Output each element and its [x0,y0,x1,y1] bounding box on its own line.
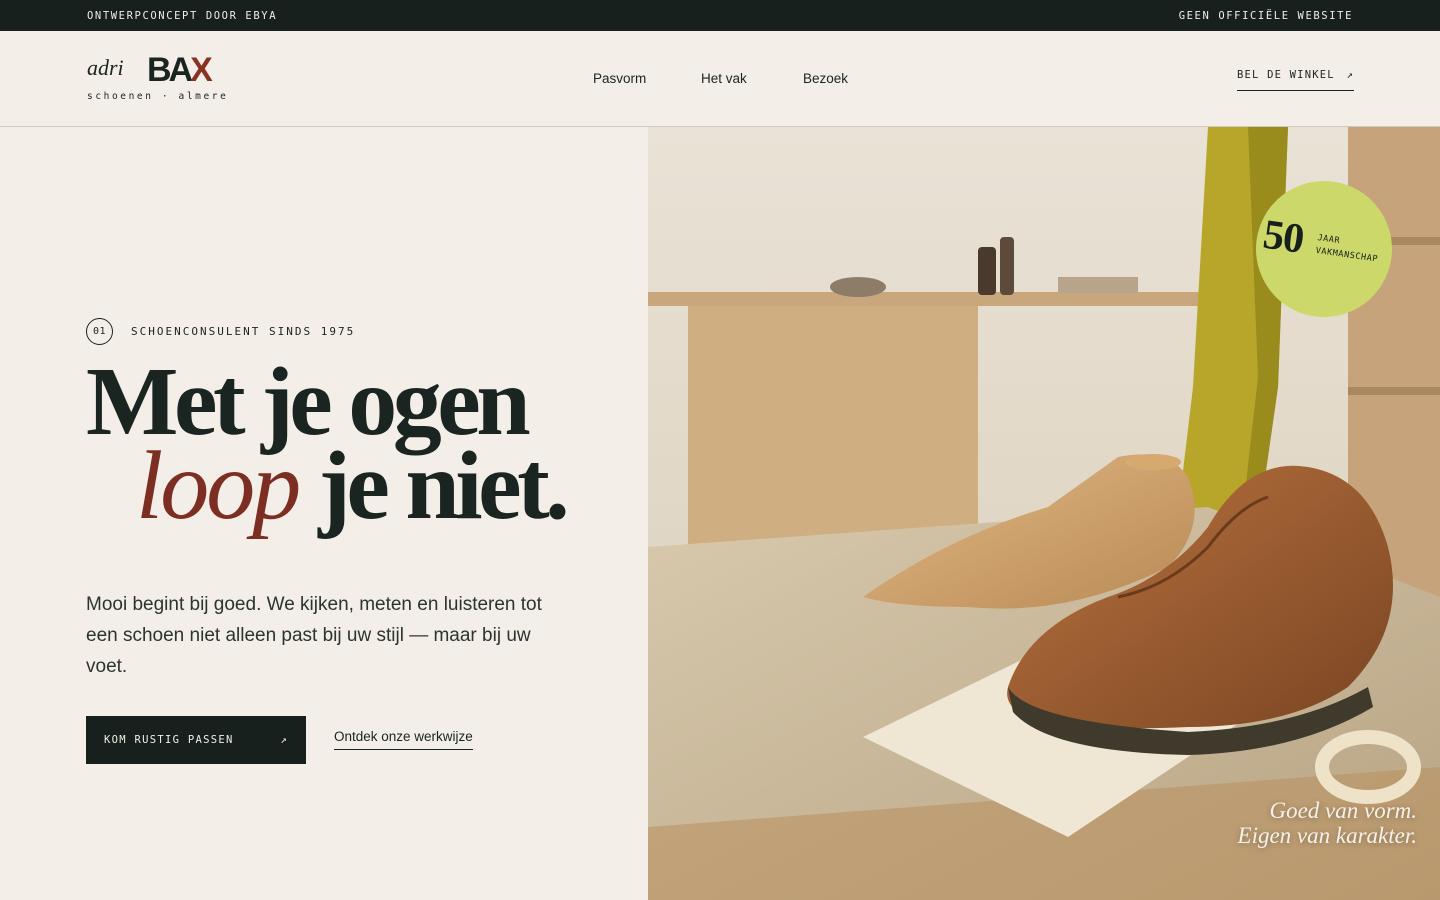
caption-line-1: Goed van vorm. [1269,798,1417,823]
badge-line-1: JAAR [1316,233,1341,247]
badge-number: 50 [1260,211,1307,263]
arrow-up-right-icon: ↗ [280,734,288,746]
logo-brand-accent: X [190,51,213,89]
logo-tagline: schoenen · almere [87,91,229,102]
call-store-button[interactable]: BEL DE WINKEL ↗ [1237,69,1354,91]
hero-lead: Mooi begint bij goed. We kijken, meten e… [86,594,542,677]
caption-line-2: Eigen van karakter. [1237,823,1417,848]
headline-line-2: loop je niet. [86,437,646,535]
nav-item-pasvorm[interactable]: Pasvorm [593,71,646,86]
book-fitting-label: KOM RUSTIG PASSEN [104,734,234,746]
image-caption: Goed van vorm. Eigen van karakter. [1238,798,1417,848]
nav-item-het-vak[interactable]: Het vak [701,71,747,86]
section-number-badge: 01 [86,318,113,345]
logo-brand-main: BA [147,51,193,89]
eyebrow: 01 SCHOENCONSULENT SINDS 1975 [86,318,355,345]
unofficial-notice: GEEN OFFICIËLE WEBSITE [1178,9,1353,22]
site-header: adri BAX schoenen · almere Pasvorm Het v… [0,31,1440,127]
badge-text: JAAR VAKMANSCHAP [1315,232,1381,267]
discover-method-link[interactable]: Ontdek onze werkwijze [334,729,473,750]
badge-line-2: VAKMANSCHAP [1314,245,1379,265]
concept-credit: ONTWERPCONCEPT DOOR EBYA [87,9,278,22]
arrow-up-right-icon: ↗ [1346,69,1354,81]
top-bar: ONTWERPCONCEPT DOOR EBYA GEEN OFFICIËLE … [0,0,1440,31]
book-fitting-button[interactable]: KOM RUSTIG PASSEN ↗ [86,716,306,764]
hero-headline: Met je ogen loop je niet. [86,353,646,535]
nav-item-bezoek[interactable]: Bezoek [803,71,848,86]
logo-brand: BAX [147,51,213,90]
call-store-label: BEL DE WINKEL [1237,69,1335,81]
headline-line-2-rest: je niet. [318,432,570,540]
logo-script: adri [87,55,124,80]
logo[interactable]: adri BAX schoenen · almere [87,51,237,105]
eyebrow-text: SCHOENCONSULENT SINDS 1975 [131,325,356,338]
headline-accent-word: loop [136,432,301,540]
